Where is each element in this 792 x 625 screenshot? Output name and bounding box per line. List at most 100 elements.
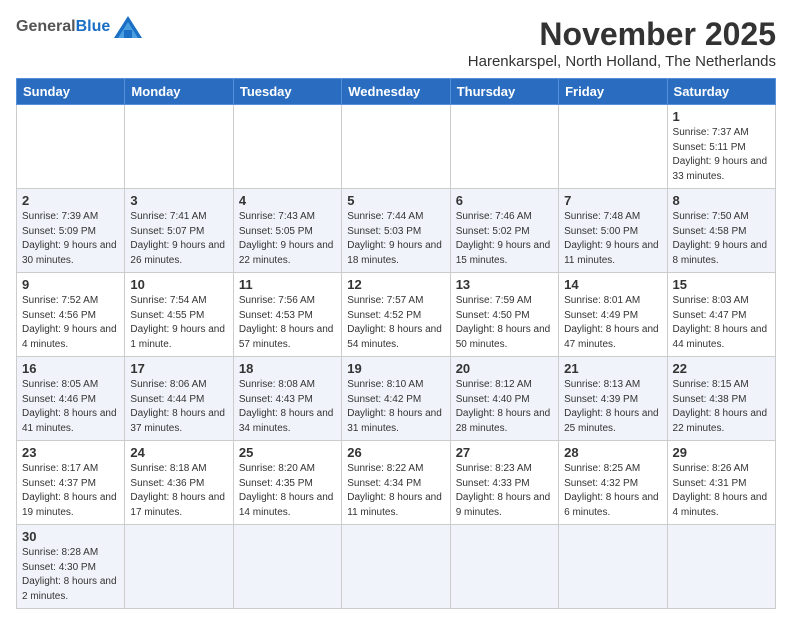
day-info: Sunrise: 7:52 AM Sunset: 4:56 PM Dayligh…	[22, 294, 119, 352]
day-info: Sunrise: 8:20 AM Sunset: 4:35 PM Dayligh…	[239, 462, 336, 520]
logo: General Blue	[16, 16, 142, 38]
calendar-cell: 6 Sunrise: 7:46 AM Sunset: 5:02 PM Daylig…	[450, 189, 558, 273]
calendar-cell: 1 Sunrise: 7:37 AM Sunset: 5:11 PM Daylig…	[667, 105, 775, 189]
day-info: Sunrise: 7:48 AM Sunset: 5:00 PM Dayligh…	[564, 210, 661, 268]
day-number: 21	[564, 361, 661, 376]
calendar-cell	[233, 105, 341, 189]
day-number: 12	[347, 277, 444, 292]
calendar-cell: 12 Sunrise: 7:57 AM Sunset: 4:52 PM Dayli…	[342, 273, 450, 357]
day-number: 8	[673, 193, 770, 208]
calendar-cell: 17Sunrise: 8:06 AM Sunset: 4:44 PM Dayli…	[125, 357, 233, 441]
calendar-week-2: 9 Sunrise: 7:52 AM Sunset: 4:56 PM Daylig…	[17, 273, 776, 357]
calendar-cell: 22Sunrise: 8:15 AM Sunset: 4:38 PM Dayli…	[667, 357, 775, 441]
day-info: Sunrise: 8:01 AM Sunset: 4:49 PM Dayligh…	[564, 294, 661, 352]
calendar-cell: 30 Sunrise: 8:28 AM Sunset: 4:30 PM Dayli…	[17, 525, 125, 609]
day-info: Sunrise: 7:56 AM Sunset: 4:53 PM Dayligh…	[239, 294, 336, 352]
day-number: 15	[673, 277, 770, 292]
calendar-cell	[125, 525, 233, 609]
day-number: 9	[22, 277, 119, 292]
day-number: 25	[239, 445, 336, 460]
day-info: Sunrise: 8:23 AM Sunset: 4:33 PM Dayligh…	[456, 462, 553, 520]
calendar-table: SundayMondayTuesdayWednesdayThursdayFrid…	[16, 78, 776, 609]
calendar-cell: 27 Sunrise: 8:23 AM Sunset: 4:33 PM Dayli…	[450, 441, 558, 525]
day-info: Sunrise: 7:59 AM Sunset: 4:50 PM Dayligh…	[456, 294, 553, 352]
title-section: November 2025 Harenkarspel, North Hollan…	[468, 16, 776, 70]
logo-icon	[114, 16, 142, 38]
calendar-cell: 5Sunrise: 7:44 AM Sunset: 5:03 PM Daylig…	[342, 189, 450, 273]
day-info: Sunrise: 7:57 AM Sunset: 4:52 PM Dayligh…	[347, 294, 444, 352]
day-number: 2	[22, 193, 119, 208]
calendar-cell	[233, 525, 341, 609]
calendar-cell: 26Sunrise: 8:22 AM Sunset: 4:34 PM Dayli…	[342, 441, 450, 525]
day-number: 3	[130, 193, 227, 208]
day-info: Sunrise: 7:46 AM Sunset: 5:02 PM Dayligh…	[456, 210, 553, 268]
weekday-header-thursday: Thursday	[450, 79, 558, 105]
weekday-header-saturday: Saturday	[667, 79, 775, 105]
day-info: Sunrise: 8:17 AM Sunset: 4:37 PM Dayligh…	[22, 462, 119, 520]
day-info: Sunrise: 8:10 AM Sunset: 4:42 PM Dayligh…	[347, 378, 444, 436]
calendar-cell: 3 Sunrise: 7:41 AM Sunset: 5:07 PM Daylig…	[125, 189, 233, 273]
day-info: Sunrise: 7:54 AM Sunset: 4:55 PM Dayligh…	[130, 294, 227, 352]
calendar-cell: 24 Sunrise: 8:18 AM Sunset: 4:36 PM Dayli…	[125, 441, 233, 525]
day-number: 28	[564, 445, 661, 460]
day-info: Sunrise: 7:37 AM Sunset: 5:11 PM Dayligh…	[673, 126, 770, 184]
logo-blue-text: Blue	[76, 18, 111, 36]
day-number: 7	[564, 193, 661, 208]
calendar-cell: 23 Sunrise: 8:17 AM Sunset: 4:37 PM Dayli…	[17, 441, 125, 525]
page-header: General Blue November 2025 Harenkarspel,…	[16, 16, 776, 70]
weekday-header-row: SundayMondayTuesdayWednesdayThursdayFrid…	[17, 79, 776, 105]
calendar-cell	[17, 105, 125, 189]
day-number: 23	[22, 445, 119, 460]
calendar-week-0: 1 Sunrise: 7:37 AM Sunset: 5:11 PM Daylig…	[17, 105, 776, 189]
day-info: Sunrise: 8:22 AM Sunset: 4:34 PM Dayligh…	[347, 462, 444, 520]
calendar-cell: 20Sunrise: 8:12 AM Sunset: 4:40 PM Dayli…	[450, 357, 558, 441]
calendar-cell: 8 Sunrise: 7:50 AM Sunset: 4:58 PM Daylig…	[667, 189, 775, 273]
weekday-header-wednesday: Wednesday	[342, 79, 450, 105]
calendar-cell: 19 Sunrise: 8:10 AM Sunset: 4:42 PM Dayli…	[342, 357, 450, 441]
calendar-cell	[667, 525, 775, 609]
day-number: 24	[130, 445, 227, 460]
calendar-cell: 9 Sunrise: 7:52 AM Sunset: 4:56 PM Daylig…	[17, 273, 125, 357]
day-info: Sunrise: 8:05 AM Sunset: 4:46 PM Dayligh…	[22, 378, 119, 436]
calendar-week-5: 30 Sunrise: 8:28 AM Sunset: 4:30 PM Dayli…	[17, 525, 776, 609]
day-number: 1	[673, 109, 770, 124]
logo-general-text: General	[16, 18, 76, 36]
calendar-cell: 28 Sunrise: 8:25 AM Sunset: 4:32 PM Dayli…	[559, 441, 667, 525]
weekday-header-monday: Monday	[125, 79, 233, 105]
day-info: Sunrise: 7:39 AM Sunset: 5:09 PM Dayligh…	[22, 210, 119, 268]
location-title: Harenkarspel, North Holland, The Netherl…	[468, 53, 776, 70]
calendar-week-4: 23 Sunrise: 8:17 AM Sunset: 4:37 PM Dayli…	[17, 441, 776, 525]
calendar-cell	[450, 525, 558, 609]
weekday-header-tuesday: Tuesday	[233, 79, 341, 105]
day-info: Sunrise: 8:18 AM Sunset: 4:36 PM Dayligh…	[130, 462, 227, 520]
calendar-cell: 10 Sunrise: 7:54 AM Sunset: 4:55 PM Dayli…	[125, 273, 233, 357]
calendar-cell	[342, 525, 450, 609]
day-number: 13	[456, 277, 553, 292]
calendar-cell: 11 Sunrise: 7:56 AM Sunset: 4:53 PM Dayli…	[233, 273, 341, 357]
day-number: 6	[456, 193, 553, 208]
calendar-cell: 15Sunrise: 8:03 AM Sunset: 4:47 PM Dayli…	[667, 273, 775, 357]
calendar-cell: 14 Sunrise: 8:01 AM Sunset: 4:49 PM Dayli…	[559, 273, 667, 357]
day-info: Sunrise: 7:41 AM Sunset: 5:07 PM Dayligh…	[130, 210, 227, 268]
day-number: 10	[130, 277, 227, 292]
day-number: 14	[564, 277, 661, 292]
day-number: 27	[456, 445, 553, 460]
month-title: November 2025	[468, 16, 776, 53]
day-number: 5	[347, 193, 444, 208]
weekday-header-friday: Friday	[559, 79, 667, 105]
day-info: Sunrise: 7:50 AM Sunset: 4:58 PM Dayligh…	[673, 210, 770, 268]
day-number: 19	[347, 361, 444, 376]
day-number: 11	[239, 277, 336, 292]
day-number: 18	[239, 361, 336, 376]
calendar-cell	[559, 525, 667, 609]
day-info: Sunrise: 8:25 AM Sunset: 4:32 PM Dayligh…	[564, 462, 661, 520]
day-number: 30	[22, 529, 119, 544]
day-info: Sunrise: 8:28 AM Sunset: 4:30 PM Dayligh…	[22, 546, 119, 604]
day-number: 20	[456, 361, 553, 376]
day-info: Sunrise: 8:26 AM Sunset: 4:31 PM Dayligh…	[673, 462, 770, 520]
calendar-cell: 25 Sunrise: 8:20 AM Sunset: 4:35 PM Dayli…	[233, 441, 341, 525]
calendar-cell	[342, 105, 450, 189]
day-number: 16	[22, 361, 119, 376]
day-info: Sunrise: 8:13 AM Sunset: 4:39 PM Dayligh…	[564, 378, 661, 436]
calendar-week-3: 16 Sunrise: 8:05 AM Sunset: 4:46 PM Dayli…	[17, 357, 776, 441]
